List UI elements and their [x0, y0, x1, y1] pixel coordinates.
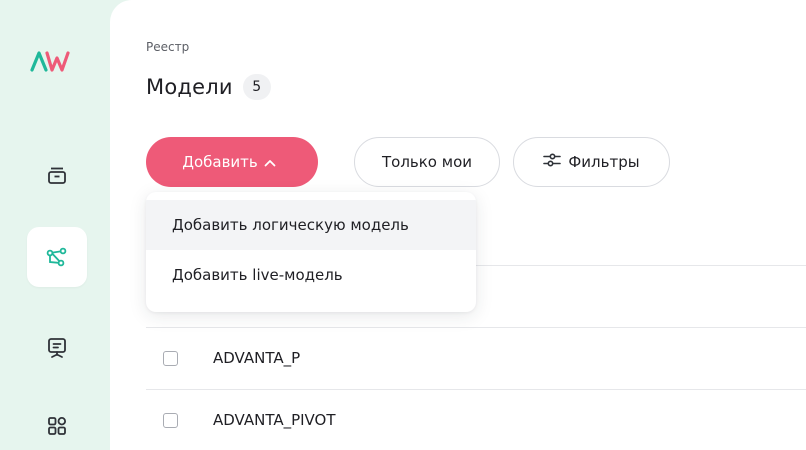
title-row: Модели 5	[146, 74, 271, 100]
app-logo[interactable]	[30, 50, 74, 72]
main-panel: Реестр Модели 5 Добавить Только мои Филь…	[110, 0, 806, 450]
menu-item-add-logical-model[interactable]: Добавить логическую модель	[146, 200, 476, 250]
table-row[interactable]: ADVANTA_PIVOT	[146, 390, 806, 450]
row-checkbox[interactable]	[163, 412, 178, 428]
menu-item-add-live-model[interactable]: Добавить live-модель	[146, 250, 476, 300]
sidebar-item-presentations[interactable]	[27, 318, 87, 378]
only-mine-label: Только мои	[381, 153, 472, 171]
only-mine-toggle[interactable]: Только мои	[354, 137, 500, 187]
app-window: Реестр Модели 5 Добавить Только мои Филь…	[0, 0, 806, 450]
sidebar-item-models[interactable]	[27, 227, 87, 287]
sidebar	[0, 0, 122, 450]
filters-label: Фильтры	[568, 153, 640, 171]
model-name: ADVANTA_PIVOT	[213, 411, 336, 429]
archive-icon	[46, 164, 68, 186]
models-graph-icon	[45, 245, 69, 269]
sliders-icon	[543, 153, 562, 171]
models-count-badge: 5	[242, 74, 271, 100]
sidebar-item-apps[interactable]	[27, 396, 87, 450]
model-name: ADVANTA_P	[213, 349, 301, 367]
apps-grid-icon	[46, 415, 68, 437]
chevron-up-icon	[264, 153, 276, 171]
presentation-icon	[46, 336, 68, 360]
add-button[interactable]: Добавить	[146, 137, 318, 187]
filters-button[interactable]: Фильтры	[513, 137, 670, 187]
add-button-label: Добавить	[182, 153, 258, 171]
table-row[interactable]: ADVANTA_P	[146, 328, 806, 388]
add-dropdown-menu: Добавить логическую модель Добавить live…	[146, 192, 476, 312]
page-title: Модели	[146, 75, 233, 99]
row-checkbox[interactable]	[163, 350, 178, 366]
breadcrumb[interactable]: Реестр	[146, 40, 189, 54]
sidebar-item-archive[interactable]	[27, 145, 87, 205]
